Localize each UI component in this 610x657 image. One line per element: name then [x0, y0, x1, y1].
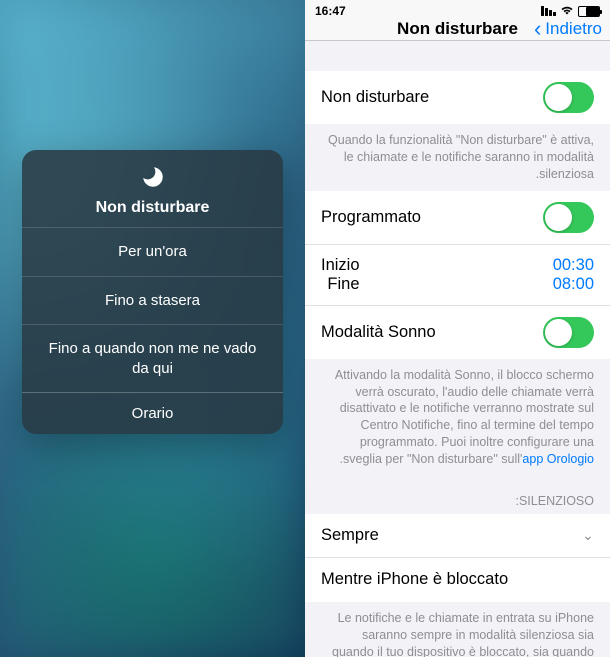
scheduled-footer: Attivando la modalità Sonno, il blocco s…: [305, 359, 610, 476]
dnd-label: Non disturbare: [321, 88, 429, 107]
row-scheduled-toggle: Programmato: [305, 191, 610, 245]
menu-item-one-hour[interactable]: Per un'ora: [22, 227, 283, 276]
menu-items: Per un'ora Fino a stasera Fino a quando …: [22, 227, 283, 392]
scheduled-toggle[interactable]: [543, 202, 594, 233]
start-time-value: 00:30: [553, 256, 594, 275]
row-sleep-toggle: Modalità Sonno: [305, 306, 610, 359]
end-label: Fine: [321, 275, 360, 294]
back-label: Indietro: [545, 19, 602, 39]
silence-footer: Le notifiche e le chiamate in entrata su…: [305, 602, 610, 657]
moon-icon: [140, 164, 166, 195]
menu-title: Non disturbare: [22, 199, 283, 217]
silence-always-label: Sempre: [321, 526, 379, 545]
back-button[interactable]: Indietro ‹: [534, 18, 602, 40]
sleep-label: Modalità Sonno: [321, 323, 436, 342]
scheduled-label: Programmato: [321, 208, 421, 227]
menu-item-until-leave[interactable]: Fino a quando non me ne vado da qui: [22, 324, 283, 392]
silence-locked-label: Mentre iPhone è bloccato: [321, 570, 508, 589]
dnd-toggle[interactable]: [543, 82, 594, 113]
home-screen-panel: Non disturbare Per un'ora Fino a stasera…: [0, 0, 305, 657]
menu-header: Non disturbare: [22, 150, 283, 227]
dnd-footer: Quando la funzionalità "Non disturbare" …: [305, 124, 610, 191]
clock-app-link[interactable]: app Orologio: [522, 452, 594, 466]
status-time: 16:47: [315, 4, 346, 18]
row-time-range[interactable]: 00:30 08:00 Inizio Fine: [305, 245, 610, 306]
navigation-bar: Indietro ‹ Non disturbare: [305, 18, 610, 41]
group-dnd: Non disturbare: [305, 71, 610, 124]
group-silence: ⌄ Sempre Mentre iPhone è bloccato: [305, 514, 610, 602]
settings-body: Non disturbare Quando la funzionalità "N…: [305, 41, 610, 657]
row-silence-always[interactable]: ⌄ Sempre: [305, 514, 610, 558]
dnd-action-menu: Non disturbare Per un'ora Fino a stasera…: [22, 150, 283, 434]
start-label: Inizio: [321, 256, 360, 275]
row-dnd-toggle: Non disturbare: [305, 71, 610, 124]
group-scheduled: Programmato 00:30 08:00 Inizio Fine Moda…: [305, 191, 610, 359]
signal-icon: [541, 6, 556, 16]
chevron-down-icon: ⌄: [582, 527, 594, 544]
wifi-icon: [560, 4, 574, 18]
end-time-value: 08:00: [553, 275, 594, 294]
sleep-toggle[interactable]: [543, 317, 594, 348]
battery-icon: [578, 6, 600, 17]
menu-item-until-evening[interactable]: Fino a stasera: [22, 276, 283, 325]
status-bar: 16:47: [305, 0, 610, 18]
silence-header: SILENZIOSO:: [305, 476, 610, 514]
settings-panel: 16:47 Indietro ‹ Non disturbare Non dist…: [305, 0, 610, 657]
row-silence-locked[interactable]: Mentre iPhone è bloccato: [305, 558, 610, 602]
chevron-left-icon: ‹: [534, 18, 541, 40]
menu-item-schedule[interactable]: Orario: [22, 392, 283, 434]
